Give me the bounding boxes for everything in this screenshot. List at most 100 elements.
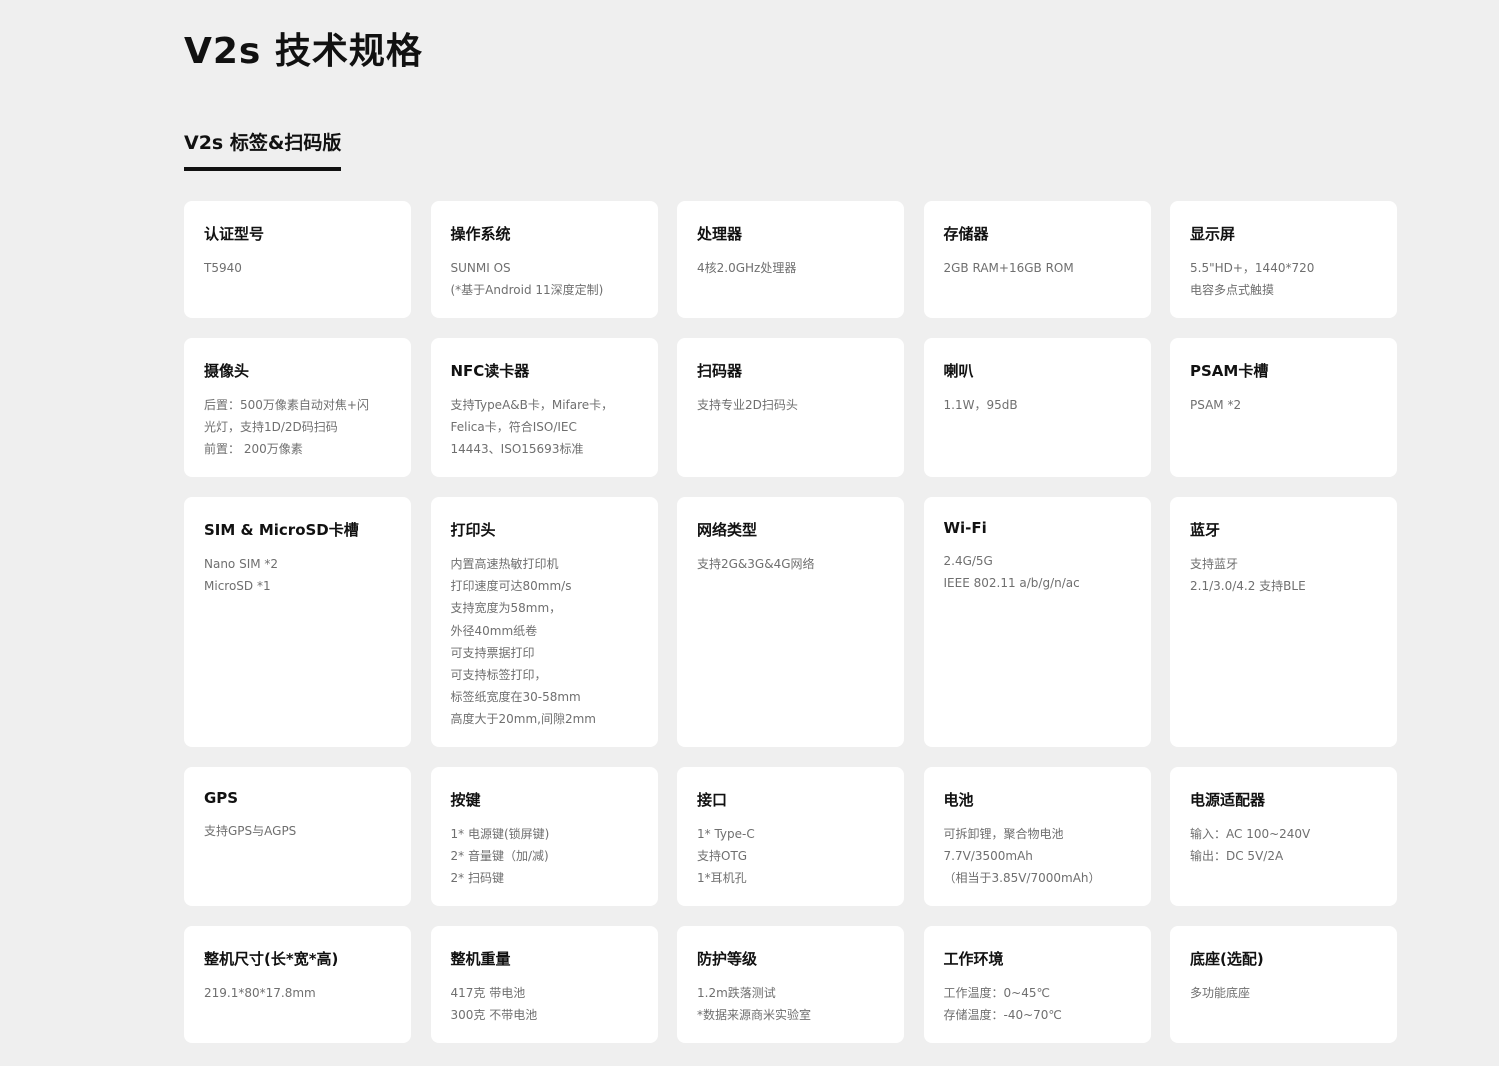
spec-value-line: 2.1/3.0/4.2 支持BLE xyxy=(1190,579,1306,594)
spec-title: GPS xyxy=(204,789,239,807)
spec-value: 内置高速热敏打印机 打印速度可达80mm/s 支持宽度为58mm， 外径40mm纸卷可… xyxy=(451,553,638,731)
spec-value-line: SUNMI OS xyxy=(450,261,511,275)
spec-title: 底座(选配) xyxy=(1190,950,1264,968)
spec-value: 输入：AC 100~240V 输出：DC 5V/2A xyxy=(1190,823,1377,867)
spec-value-line: 工作温度：0~45℃ xyxy=(943,986,1050,1000)
spec-card-camera: 摄像头后置：500万像素自动对焦+闪 光灯，支持1D/2D码扫码 前置： 200万像… xyxy=(184,338,411,477)
page-title: V2s 技术规格 xyxy=(184,31,423,72)
spec-value: 多功能底座 xyxy=(1190,982,1377,1004)
spec-value: 支持蓝牙 2.1/3.0/4.2 支持BLE xyxy=(1190,553,1377,597)
spec-value: 1* Type-C 支持OTG 1*耳机孔 xyxy=(697,823,884,890)
spec-value-line: IEEE 802.11 a/b/g/n/ac xyxy=(943,576,1080,591)
spec-value: 417克 带电池 300克 不带电池 xyxy=(451,982,638,1026)
spec-card-psam: PSAM卡槽 PSAM *2 xyxy=(1170,338,1397,477)
spec-value-line: 前置： 200万像素 xyxy=(204,442,303,457)
spec-value-line: 2GB RAM+16GB ROM xyxy=(943,261,1074,275)
spec-value-line: 光灯，支持1D/2D码扫码 xyxy=(204,420,338,435)
spec-card-speaker: 喇叭 1.1W，95dB xyxy=(923,338,1151,477)
spec-card-power-adapter: 电源适配器 输入：AC 100~240V 输出：DC 5V/2A xyxy=(1170,767,1397,906)
spec-value-line: 417克 带电池 xyxy=(450,986,526,1000)
spec-value-line: 支持GPS与AGPS xyxy=(204,824,297,838)
spec-title: Wi-Fi xyxy=(943,519,987,537)
spec-value-line: 1.1W，95dB xyxy=(943,398,1018,412)
spec-value: 支持2G&3G&4G网络 xyxy=(697,553,884,575)
spec-value-line: MicroSD *1 xyxy=(204,579,271,594)
spec-value-line: PSAM *2 xyxy=(1190,398,1242,412)
spec-value: 支持专业2D扫码头 xyxy=(697,394,884,416)
spec-value-line: 存储温度：-40~70℃ xyxy=(943,1008,1062,1023)
spec-value-line: 1*耳机孔 xyxy=(697,871,747,886)
spec-value-line: 1* Type-C xyxy=(697,827,755,841)
spec-title: 摄像头 xyxy=(204,362,250,380)
spec-value-line: 支持宽度为58mm， xyxy=(450,601,562,616)
spec-value: 219.1*80*17.8mm xyxy=(204,982,391,1004)
spec-card-network: 网络类型 支持2G&3G&4G网络 xyxy=(677,497,904,747)
spec-title: PSAM卡槽 xyxy=(1190,362,1269,380)
spec-title: 工作环境 xyxy=(943,950,1004,968)
spec-value-line: 后置：500万像素自动对焦+闪 xyxy=(204,398,369,412)
spec-card-bluetooth: 蓝牙支持蓝牙 2.1/3.0/4.2 支持BLE xyxy=(1170,497,1397,747)
spec-card-base: 底座(选配) 多功能底座 xyxy=(1170,926,1397,1043)
spec-card-ports: 接口 1* Type-C 支持OTG 1*耳机孔 xyxy=(677,767,904,906)
spec-title: SIM & MicroSD卡槽 xyxy=(204,521,359,539)
spec-value-line: 输出：DC 5V/2A xyxy=(1190,849,1284,864)
spec-value-line: 2* 扫码键 xyxy=(450,871,504,886)
spec-value: 1.2m跌落测试 *数据来源商米实验室 xyxy=(697,982,884,1026)
spec-value-line: 300克 不带电池 xyxy=(450,1008,538,1023)
spec-value-line: *数据来源商米实验室 xyxy=(697,1008,812,1023)
spec-value-line: 打印速度可达80mm/s xyxy=(450,579,572,594)
spec-value: PSAM *2 xyxy=(1190,394,1377,416)
spec-title: 按键 xyxy=(450,791,481,809)
spec-value-line: Nano SIM *2 xyxy=(204,557,279,571)
spec-card-wifi: Wi-Fi 2.4G/5G IEEE 802.11 a/b/g/n/ac xyxy=(923,497,1151,747)
spec-value-line: 2* 音量键（加/减) xyxy=(450,849,549,864)
spec-title: 存储器 xyxy=(943,225,989,243)
spec-card-processor: 处理器 4核2.0GHz处理器 xyxy=(677,201,904,318)
spec-title: NFC读卡器 xyxy=(450,362,530,380)
spec-value-line: 14443、ISO15693标准 xyxy=(450,442,584,457)
spec-title: 蓝牙 xyxy=(1190,521,1221,539)
spec-card-buttons: 按键 1* 电源键(锁屏键) 2* 音量键（加/减) 2* 扫码键 xyxy=(430,767,658,906)
spec-value-line: 1.2m跌落测试 xyxy=(697,986,776,1000)
tab-bar: V2s 标签&扫码版 xyxy=(184,128,342,171)
spec-value-line: 5.5"HD+，1440*720 xyxy=(1190,261,1315,275)
spec-value-line: 支持蓝牙 xyxy=(1190,557,1239,571)
tab-v2s-label-scan[interactable]: V2s 标签&扫码版 xyxy=(184,128,342,171)
spec-value-line: 外径40mm纸卷 xyxy=(450,623,538,638)
spec-title: 打印头 xyxy=(450,521,496,539)
spec-value-line: （相当于3.85V/7000mAh） xyxy=(943,871,1101,886)
spec-value-line: T5940 xyxy=(204,261,242,275)
spec-value-line: 支持专业2D扫码头 xyxy=(697,398,798,412)
spec-value-line: 支持TypeA&B卡，Mifare卡， xyxy=(450,398,614,412)
spec-value-line: 可支持票据打印 xyxy=(450,645,535,660)
spec-value-line: 支持OTG xyxy=(697,849,748,864)
spec-card-dimensions: 整机尺寸(长*宽*高) 219.1*80*17.8mm xyxy=(184,926,411,1043)
spec-card-scanner: 扫码器支持专业2D扫码头 xyxy=(677,338,904,477)
spec-title: 处理器 xyxy=(697,225,743,243)
spec-title: 防护等级 xyxy=(697,950,758,968)
spec-title: 操作系统 xyxy=(450,225,511,243)
spec-title: 显示屏 xyxy=(1190,225,1236,243)
spec-value-line: 可支持标签打印， xyxy=(450,668,547,683)
spec-card-storage: 存储器 2GB RAM+16GB ROM xyxy=(923,201,1151,318)
spec-card-os: 操作系统 SUNMI OS (*基于Android 11深度定制) xyxy=(430,201,658,318)
spec-card-printer: 打印头 内置高速热敏打印机 打印速度可达80mm/s 支持宽度为58mm， 外径40mm… xyxy=(430,497,658,747)
spec-title: 认证型号 xyxy=(204,225,265,243)
spec-card-weight: 整机重量 417克 带电池 300克 不带电池 xyxy=(430,926,658,1043)
spec-title: 喇叭 xyxy=(943,362,974,380)
spec-value-line: 7.7V/3500mAh xyxy=(943,849,1033,864)
spec-value: 1.1W，95dB xyxy=(944,394,1131,416)
spec-value: 可拆卸锂，聚合物电池 7.7V/3500mAh （相当于3.85V/7000mAh） xyxy=(944,823,1131,890)
spec-value: T5940 xyxy=(204,257,391,279)
spec-value-line: 多功能底座 xyxy=(1190,986,1251,1000)
spec-title: 扫码器 xyxy=(697,362,743,380)
spec-value-line: Felica卡，符合ISO/IEC xyxy=(450,420,577,435)
spec-title: 整机尺寸(长*宽*高) xyxy=(204,950,339,968)
spec-value-line: 标签纸宽度在30-58mm xyxy=(450,690,581,705)
spec-value: 1* 电源键(锁屏键) 2* 音量键（加/减) 2* 扫码键 xyxy=(451,823,638,890)
spec-value-line: 可拆卸锂，聚合物电池 xyxy=(943,827,1064,841)
spec-value: 5.5"HD+，1440*720 电容多点式触摸 xyxy=(1190,257,1377,301)
spec-value-line: 2.4G/5G xyxy=(943,554,993,568)
spec-card-nfc: NFC读卡器支持TypeA&B卡，Mifare卡， Felica卡，符合ISO/I… xyxy=(430,338,658,477)
spec-value: 2GB RAM+16GB ROM xyxy=(944,257,1131,279)
